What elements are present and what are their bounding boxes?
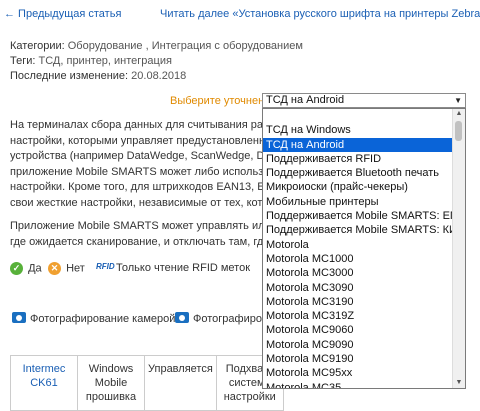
categories-label: Категории: [10,40,65,52]
dropdown-option[interactable]: Поддерживается RFID [263,152,453,166]
rfid-icon: RFID [96,262,115,271]
dropdown-option[interactable]: Motorola MC3190 [263,295,453,309]
refinement-select-value: ТСД на Android [266,94,345,106]
scrollbar-thumb[interactable] [455,121,462,141]
refinement-select[interactable]: ТСД на Android ▼ [262,93,466,108]
dropdown-option[interactable] [263,109,453,123]
refinement-dropdown-list[interactable]: ТСД на Windows ТСД на Android Поддерживает… [262,108,466,389]
camera-icon [175,312,189,323]
dropdown-option[interactable]: Поддерживается Mobile SMARTS: ЕГАИС [263,209,453,223]
article-paragraph-1: На терминалах сбора данных для считывани… [10,118,265,211]
dropdown-option[interactable]: Motorola MC35 [263,381,453,388]
last-changed-row: Последние изменение: 20.08.2018 [10,70,186,82]
last-changed-value: 20.08.2018 [131,70,187,82]
dropdown-option[interactable]: Motorola MC319Z [263,309,453,323]
dropdown-option[interactable]: Motorola MC9060 [263,323,453,337]
prev-article-link[interactable]: ← Предыдущая статья [4,8,121,20]
paragraph-line: Приложение Mobile SMARTS может управлять… [10,220,265,232]
dropdown-options: ТСД на Windows ТСД на Android Поддерживает… [263,109,453,388]
legend-rfid-label: Только чтение RFID меток [116,262,251,274]
device-table: Intermec CK61 Windows Mobile прошивка Управ… [10,355,284,411]
tags-row: Теги: ТСД, принтер, интеграция [10,55,172,67]
dropdown-option[interactable]: ТСД на Android [263,137,453,152]
legend-no: ✕ Нет [48,262,85,275]
categories-value[interactable]: Оборудование , Интеграция с оборудование… [68,40,303,52]
chevron-down-icon[interactable]: ▼ [454,94,462,107]
table-cell-os: Windows Mobile прошивка [77,355,145,411]
paragraph-line: настройки. Кроме того, для штрихкодов EA… [10,181,265,193]
tags-label: Теги: [10,55,36,67]
legend-no-label: Нет [66,262,85,275]
dropdown-option[interactable]: Motorola MC95xx [263,366,453,380]
scroll-up-icon[interactable]: ▲ [453,109,465,119]
cross-icon: ✕ [48,262,61,275]
dropdown-option[interactable]: Motorola MC9190 [263,352,453,366]
dropdown-option[interactable]: Мобильные принтеры [263,195,453,209]
dropdown-option[interactable]: Микроиоски (прайс-чекеры) [263,180,453,194]
dropdown-option[interactable]: Motorola MC3000 [263,266,453,280]
table-cell-control: Управляется [144,355,217,411]
dropdown-option[interactable]: Motorola MC9090 [263,338,453,352]
legend-yes: ✓ Да [10,262,42,275]
paragraph-line: свои жесткие настройки, независимые от т… [10,196,265,209]
dropdown-option[interactable]: ТСД на Windows [263,123,453,137]
dropdown-option[interactable]: Поддерживается Mobile SMARTS: КИЗ [263,223,453,237]
paragraph-line: настройки, которыми управляет предустано… [10,134,265,147]
paragraph-line: На терминалах сбора данных для считывани… [10,119,265,131]
paragraph-line: где ожидается сканирование, и отключать … [10,235,265,248]
article-paragraph-2: Приложение Mobile SMARTS может управлять… [10,219,265,250]
table-row: Intermec CK61 Windows Mobile прошивка Управ… [10,355,284,411]
last-changed-label: Последние изменение: [10,70,129,82]
dropdown-option[interactable]: Motorola MC3090 [263,281,453,295]
table-cell-device[interactable]: Intermec CK61 [10,355,78,411]
next-article-link[interactable]: Читать далее «Установка русского шрифта … [160,8,480,20]
categories-row: Категории: Оборудование , Интеграция с о… [10,40,303,52]
dropdown-scrollbar[interactable]: ▲ ▼ [452,109,465,388]
paragraph-line: приложение Mobile SMARTS может либо испо… [10,165,265,178]
dropdown-option[interactable]: Motorola MC1000 [263,252,453,266]
legend-yes-label: Да [28,262,42,275]
paragraph-line: устройства (например DataWedge, ScanWedg… [10,150,265,162]
camera-photo-label: Фотографирование камерой [30,313,176,325]
scroll-down-icon[interactable]: ▼ [453,378,465,388]
tags-value[interactable]: ТСД, принтер, интеграция [39,55,172,67]
camera-icon [12,312,26,323]
check-icon: ✓ [10,262,23,275]
dropdown-option[interactable]: Поддерживается Bluetooth печать [263,166,453,180]
dropdown-option[interactable]: Motorola [263,238,453,252]
